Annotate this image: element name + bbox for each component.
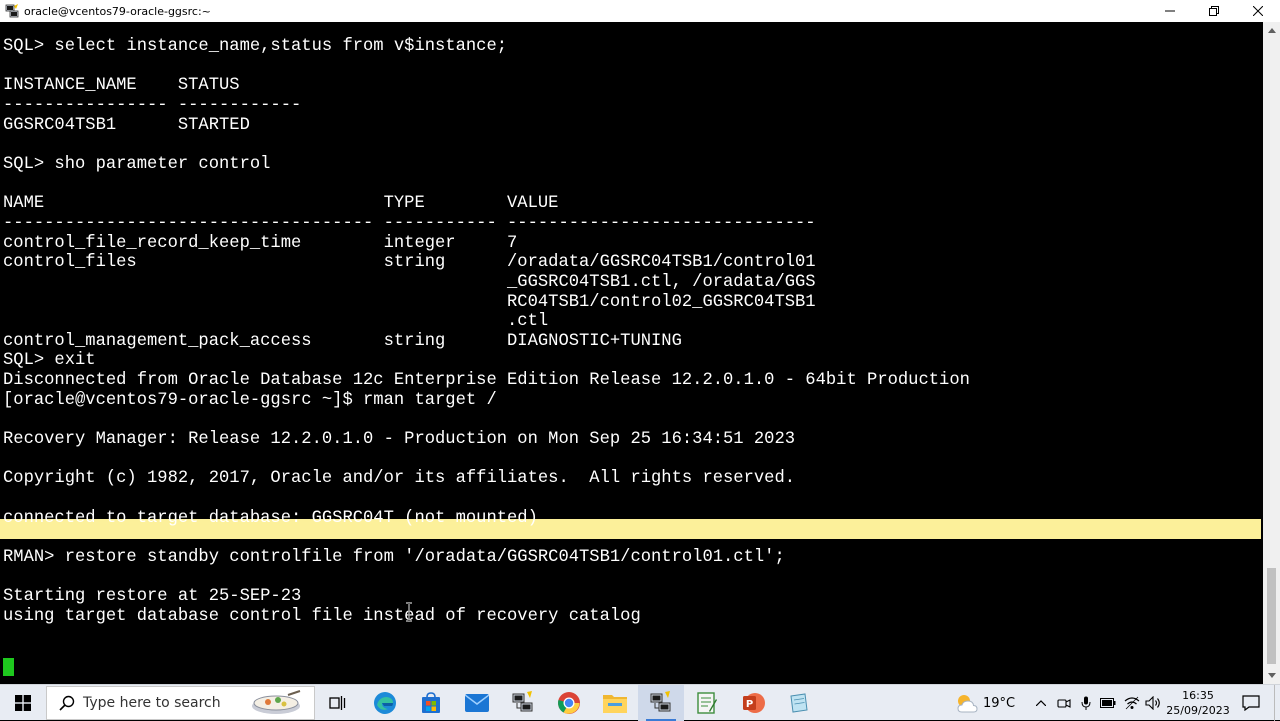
notification-icon: [1242, 695, 1260, 711]
network-tool-icon: [512, 691, 533, 712]
taskbar-network-tool[interactable]: [500, 685, 546, 721]
clock-date: 25/09/2023: [1166, 704, 1230, 717]
minimize-icon: [1165, 10, 1175, 12]
window-title-bar: oracle@vcentos79-oracle-ggsrc:~: [0, 0, 1280, 22]
scroll-down-button[interactable]: [1263, 667, 1280, 684]
taskbar-clock[interactable]: 16:35 25/09/2023: [1164, 685, 1232, 721]
show-desktop-button[interactable]: [1274, 685, 1280, 721]
wifi-icon: [1124, 696, 1140, 710]
terminal-line: NAME TYPE VALUE: [3, 194, 559, 214]
task-view-icon: [329, 696, 346, 710]
taskbar-chrome[interactable]: [546, 685, 592, 721]
taskbar-putty-active[interactable]: [638, 685, 684, 721]
terminal-line: INSTANCE_NAME STATUS: [3, 76, 240, 96]
terminal-line: GGSRC04TSB1 STARTED: [3, 115, 250, 135]
taskbar-notes[interactable]: [776, 685, 822, 721]
terminal-line: RC04TSB1/control02_GGSRC04TSB1: [3, 292, 816, 312]
weather-cloud-sun-icon: [957, 695, 978, 713]
search-icon: [59, 695, 75, 711]
search-highlight-illustration-icon: [252, 690, 301, 714]
terminal-line: .ctl: [3, 312, 549, 332]
powerpoint-icon: P: [743, 693, 765, 713]
putty-icon: [650, 691, 671, 712]
vertical-scrollbar[interactable]: [1263, 22, 1280, 684]
taskbar-store[interactable]: [408, 685, 454, 721]
tray-meet-now[interactable]: [1054, 685, 1074, 721]
terminal-line: _GGSRC04TSB1.ctl, /oradata/GGS: [3, 272, 816, 292]
minimize-button[interactable]: [1148, 0, 1192, 22]
terminal-line: control_management_pack_access string DI…: [3, 331, 682, 351]
terminal-output[interactable]: SQL> select instance_name,status from v$…: [0, 22, 1263, 684]
text-cursor-icon: [406, 602, 412, 622]
notes-icon: [790, 693, 808, 713]
taskbar-file-explorer[interactable]: [592, 685, 638, 721]
terminal-line: ---------------- ------------: [3, 96, 302, 115]
tray-volume[interactable]: [1143, 685, 1163, 721]
terminal-line: SQL> exit: [3, 351, 96, 371]
terminal-line: Recovery Manager: Release 12.2.0.1.0 - P…: [3, 430, 796, 450]
chevron-down-icon: [1267, 673, 1276, 678]
chrome-icon: [558, 692, 580, 714]
terminal-line: ------------------------------------ ---…: [3, 213, 816, 233]
taskbar-search-box[interactable]: Type here to search: [46, 686, 315, 720]
chevron-up-icon: [1036, 700, 1046, 706]
weather-widget[interactable]: [950, 685, 984, 721]
window-title: oracle@vcentos79-oracle-ggsrc:~: [24, 4, 211, 18]
battery-icon: [1100, 698, 1116, 708]
close-icon: [1253, 6, 1263, 16]
terminal-line: SQL> sho parameter control: [3, 154, 271, 174]
search-placeholder: Type here to search: [83, 695, 221, 711]
edge-icon: [374, 692, 396, 714]
close-button[interactable]: [1236, 0, 1280, 22]
terminal-line: connected to target database: GGSRC04T (…: [3, 508, 538, 528]
tray-wifi[interactable]: [1121, 685, 1143, 721]
terminal-line: Starting restore at 25-SEP-23: [3, 587, 302, 607]
taskbar-edge[interactable]: [362, 685, 408, 721]
taskbar: Type here to search P 19°C 16:35 25/09/2…: [0, 684, 1280, 721]
weather-temperature[interactable]: 19°C: [983, 685, 1015, 721]
restore-icon: [1209, 6, 1219, 16]
terminal-cursor: [3, 658, 14, 676]
start-button[interactable]: [0, 685, 46, 721]
camera-icon: [1057, 699, 1071, 708]
taskbar-mail[interactable]: [454, 685, 500, 721]
chevron-up-icon: [1267, 28, 1276, 33]
task-view-button[interactable]: [318, 685, 356, 721]
show-hidden-icons-button[interactable]: [1032, 685, 1050, 721]
terminal-line: SQL> select instance_name,status from v$…: [3, 37, 508, 57]
restore-button[interactable]: [1192, 0, 1236, 22]
tray-microphone[interactable]: [1076, 685, 1096, 721]
terminal-line: control_files string /oradata/GGSRC04TSB…: [3, 253, 816, 273]
terminal-line: RMAN> restore standby controlfile from '…: [3, 547, 785, 567]
clock-time: 16:35: [1182, 689, 1214, 702]
tray-battery[interactable]: [1098, 685, 1118, 721]
scrollbar-thumb[interactable]: [1267, 568, 1276, 664]
speaker-icon: [1145, 696, 1160, 710]
file-explorer-icon: [603, 695, 627, 713]
terminal-line: using target database control file inste…: [3, 606, 641, 626]
scroll-up-button[interactable]: [1263, 22, 1280, 39]
notepad-icon: [697, 692, 717, 714]
terminal-line: control_file_record_keep_time integer 7: [3, 233, 518, 253]
terminal-line: Copyright (c) 1982, 2017, Oracle and/or …: [3, 469, 796, 489]
notification-center-button[interactable]: [1234, 685, 1268, 721]
mail-icon: [465, 694, 489, 712]
microphone-icon: [1081, 696, 1091, 710]
terminal-line: Disconnected from Oracle Database 12c En…: [3, 371, 970, 391]
store-icon: [422, 692, 440, 713]
putty-app-icon[interactable]: [5, 4, 19, 18]
taskbar-notepad[interactable]: [684, 685, 730, 721]
taskbar-powerpoint[interactable]: P: [730, 685, 776, 721]
svg-text:P: P: [746, 699, 753, 710]
terminal-line: [oracle@vcentos79-oracle-ggsrc ~]$ rman …: [3, 390, 497, 410]
start-icon: [15, 695, 31, 711]
